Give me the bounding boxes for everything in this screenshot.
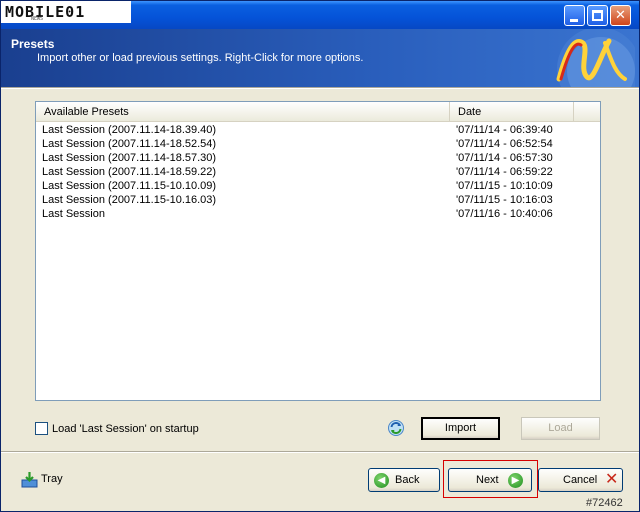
close-button[interactable]: ✕ — [610, 5, 631, 26]
watermark: #72462 — [586, 497, 623, 509]
preset-date: '07/11/15 - 10:10:09 — [456, 180, 553, 192]
preset-date: '07/11/14 - 06:39:40 — [456, 124, 553, 136]
tray-label: Tray — [41, 473, 63, 485]
load-last-session-checkbox[interactable] — [35, 422, 48, 435]
preset-name: Last Session (2007.11.15-10.10.09) — [42, 180, 217, 192]
preset-name: Last Session (2007.11.15-10.16.03) — [42, 194, 217, 206]
maximize-button[interactable] — [587, 5, 608, 26]
minimize-button[interactable] — [564, 5, 585, 26]
back-button[interactable]: ◀ Back — [368, 468, 440, 492]
preset-date: '07/11/15 - 10:16:03 — [456, 194, 553, 206]
logo-text: MOBILE01 — [5, 3, 86, 21]
list-item[interactable]: Last Session (2007.11.14-18.59.22) '07/11… — [36, 165, 600, 179]
logo-subtext: NEWS — [31, 16, 44, 22]
page-title: Presets — [11, 37, 55, 51]
list-item[interactable]: Last Session (2007.11.15-10.16.03) '07/11… — [36, 193, 600, 207]
list-header: Available Presets Date — [36, 102, 600, 122]
footer-divider — [1, 451, 639, 453]
preset-date: '07/11/16 - 10:40:06 — [456, 208, 553, 220]
maximize-icon — [592, 10, 603, 21]
list-item[interactable]: Last Session (2007.11.15-10.10.09) '07/11… — [36, 179, 600, 193]
tray-icon — [21, 472, 38, 488]
preset-name: Last Session — [42, 208, 105, 220]
list-body: Last Session (2007.11.14-18.39.40) '07/11… — [36, 123, 600, 221]
list-item[interactable]: Last Session (2007.11.14-18.57.30) '07/11… — [36, 151, 600, 165]
import-button[interactable]: Import — [421, 417, 500, 440]
cancel-button[interactable]: Cancel ✕ — [538, 468, 623, 492]
minimize-icon — [570, 19, 578, 22]
presets-list[interactable]: Available Presets Date Last Session (200… — [35, 101, 601, 401]
column-header-available-presets[interactable]: Available Presets — [36, 102, 450, 122]
close-icon: ✕ — [615, 7, 626, 22]
preset-name: Last Session (2007.11.14-18.52.54) — [42, 138, 217, 150]
column-header-date[interactable]: Date — [450, 102, 574, 122]
next-button[interactable]: Next ▶ — [448, 468, 532, 492]
page-subtitle: Import other or load previous settings. … — [37, 52, 364, 64]
refresh-icon[interactable] — [387, 419, 405, 437]
next-arrow-icon: ▶ — [508, 473, 523, 488]
title-bar[interactable]: MOBILE01 NEWS ✕ — [1, 1, 639, 29]
load-last-session-label[interactable]: Load 'Last Session' on startup — [52, 422, 199, 436]
list-item[interactable]: Last Session (2007.11.14-18.52.54) '07/11… — [36, 137, 600, 151]
back-arrow-icon: ◀ — [374, 473, 389, 488]
next-label: Next — [476, 474, 499, 486]
header-divider — [1, 87, 639, 89]
preset-name: Last Session (2007.11.14-18.57.30) — [42, 152, 217, 164]
wizard-header: Presets Import other or load previous se… — [1, 29, 639, 87]
preset-date: '07/11/14 - 06:57:30 — [456, 152, 553, 164]
site-logo: MOBILE01 NEWS — [1, 1, 131, 23]
brand-logo-icon — [556, 29, 635, 87]
list-item[interactable]: Last Session (2007.11.14-18.39.40) '07/11… — [36, 123, 600, 137]
cancel-x-icon: ✕ — [605, 471, 619, 488]
back-label: Back — [395, 474, 420, 486]
preset-date: '07/11/14 - 06:59:22 — [456, 166, 553, 178]
cancel-label: Cancel — [563, 474, 598, 486]
preset-name: Last Session (2007.11.14-18.39.40) — [42, 124, 217, 136]
preset-date: '07/11/14 - 06:52:54 — [456, 138, 553, 150]
load-button[interactable]: Load — [521, 417, 600, 440]
presets-dialog: MOBILE01 NEWS ✕ Presets Import other or … — [0, 0, 640, 512]
list-item[interactable]: Last Session '07/11/16 - 10:40:06 — [36, 207, 600, 221]
preset-name: Last Session (2007.11.14-18.59.22) — [42, 166, 217, 178]
